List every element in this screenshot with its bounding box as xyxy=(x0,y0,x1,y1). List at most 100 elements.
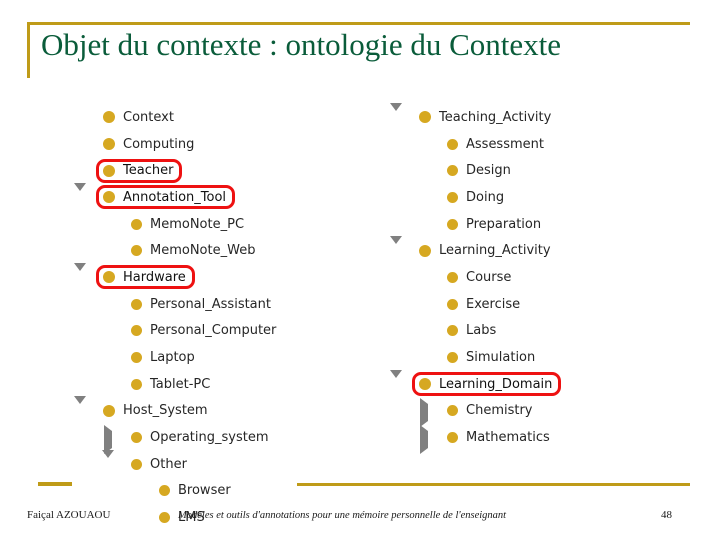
tree-row[interactable]: Annotation_Tool xyxy=(74,182,374,211)
tree-node[interactable]: Other xyxy=(124,452,196,476)
tree-node[interactable]: Labs xyxy=(440,319,505,343)
tree-row[interactable]: Course xyxy=(390,264,690,291)
tree-row[interactable]: Personal_Computer xyxy=(74,318,374,345)
triangle-down-icon[interactable] xyxy=(74,182,87,208)
tree-node-label: Labs xyxy=(466,323,497,339)
tree-row[interactable]: Host_System xyxy=(74,396,374,425)
tree-node-label: Doing xyxy=(466,189,505,205)
class-bullet-icon xyxy=(131,298,142,310)
triangle-down-icon[interactable] xyxy=(102,449,115,475)
tree-node-label: Preparation xyxy=(466,216,542,232)
tree-row[interactable]: Teacher xyxy=(74,157,374,184)
tree-node[interactable]: Browser xyxy=(152,479,240,503)
tree-node-label: Operating_system xyxy=(150,430,269,446)
tree-row[interactable]: Preparation xyxy=(390,211,690,238)
highlighted-tree-node[interactable]: Annotation_Tool xyxy=(96,185,236,210)
tree-node-label: Teaching_Activity xyxy=(439,109,552,125)
tree-row[interactable]: Other xyxy=(74,449,374,478)
tree-row[interactable]: Personal_Assistant xyxy=(74,291,374,318)
class-bullet-icon xyxy=(447,405,458,417)
tree-node[interactable]: Doing xyxy=(440,185,513,209)
class-bullet-icon xyxy=(131,378,142,390)
tree-row[interactable]: Doing xyxy=(390,184,690,211)
class-bullet-icon xyxy=(159,512,170,524)
tree-node[interactable]: Mathematics xyxy=(440,426,559,450)
tree-row[interactable]: Context xyxy=(74,104,374,131)
triangle-down-icon[interactable] xyxy=(74,262,87,288)
tree-row[interactable]: Mathematics xyxy=(390,424,690,455)
tree-node[interactable]: Assessment xyxy=(440,132,553,156)
tree-node-label: Personal_Computer xyxy=(150,323,277,339)
class-bullet-icon xyxy=(103,164,115,177)
tree-row[interactable]: Labs xyxy=(390,318,690,345)
slide-title-block: Objet du contexte : ontologie du Context… xyxy=(27,22,690,78)
tree-row[interactable]: Assessment xyxy=(390,131,690,158)
tree-node[interactable]: Operating_system xyxy=(124,426,278,450)
tree-node[interactable]: Personal_Computer xyxy=(124,319,285,343)
tree-row[interactable]: Exercise xyxy=(390,291,690,318)
tree-node[interactable]: Exercise xyxy=(440,292,529,316)
tree-row[interactable]: Chemistry xyxy=(390,398,690,428)
tree-node[interactable]: Chemistry xyxy=(440,399,542,423)
class-bullet-icon xyxy=(159,485,170,497)
tree-row[interactable]: Simulation xyxy=(390,344,690,371)
triangle-down-icon[interactable] xyxy=(74,396,87,422)
highlighted-tree-node[interactable]: Learning_Domain xyxy=(412,372,562,397)
triangle-down-icon[interactable] xyxy=(390,369,403,395)
tree-row[interactable]: Learning_Domain xyxy=(390,369,690,398)
ontology-tree-left-column: Context Computing Teacher Annotation_Tool Me… xyxy=(74,104,374,531)
tree-row[interactable]: Operating_system xyxy=(74,424,374,455)
tree-node[interactable]: Preparation xyxy=(440,212,550,236)
class-bullet-icon xyxy=(131,325,142,337)
triangle-down-icon[interactable] xyxy=(390,102,403,128)
class-bullet-icon xyxy=(447,191,458,203)
triangle-right-icon[interactable] xyxy=(418,398,431,428)
tree-row[interactable]: Teaching_Activity xyxy=(390,102,690,131)
tree-node[interactable]: Computing xyxy=(96,132,203,156)
class-bullet-icon xyxy=(103,271,115,284)
class-bullet-icon xyxy=(131,352,142,364)
triangle-down-icon[interactable] xyxy=(390,236,403,262)
tree-row[interactable]: MemoNote_Web xyxy=(74,237,374,264)
class-bullet-icon xyxy=(419,111,431,124)
tree-node[interactable]: Learning_Activity xyxy=(412,239,560,263)
tree-node[interactable]: Simulation xyxy=(440,346,544,370)
tree-node-label: Personal_Assistant xyxy=(150,296,271,312)
triangle-right-icon[interactable] xyxy=(102,425,115,455)
tree-node-label: Mathematics xyxy=(466,430,550,446)
tree-node[interactable]: Tablet-PC xyxy=(124,372,219,396)
tree-row[interactable]: Learning_Activity xyxy=(390,236,690,264)
tree-node[interactable]: Host_System xyxy=(96,399,217,423)
tree-row[interactable]: MemoNote_PC xyxy=(74,211,374,238)
footer-subject: Modèles et outils d'annotations pour une… xyxy=(178,510,507,521)
tree-node[interactable]: Course xyxy=(440,265,520,289)
tree-node[interactable]: MemoNote_Web xyxy=(124,239,264,263)
tree-row[interactable]: Computing xyxy=(74,131,374,158)
tree-row[interactable]: Laptop xyxy=(74,344,374,371)
class-bullet-icon xyxy=(103,404,115,417)
tree-node[interactable]: Design xyxy=(440,159,520,183)
tree-row[interactable]: Browser xyxy=(74,478,374,505)
tree-node[interactable]: Laptop xyxy=(124,346,204,370)
tree-row[interactable]: Design xyxy=(390,157,690,184)
class-bullet-icon xyxy=(447,218,458,230)
tree-node[interactable]: Context xyxy=(96,105,183,129)
footer-rule-left xyxy=(38,482,72,486)
footer-page-number: 48 xyxy=(661,509,672,521)
tree-row[interactable]: Tablet-PC xyxy=(74,371,374,398)
tree-node[interactable]: Teaching_Activity xyxy=(412,105,560,129)
tree-node-label: Learning_Activity xyxy=(439,243,551,259)
highlighted-tree-node[interactable]: Teacher xyxy=(96,158,183,183)
tree-row[interactable]: Hardware xyxy=(74,262,374,291)
tree-node-label: Host_System xyxy=(123,403,208,419)
highlighted-tree-node[interactable]: Hardware xyxy=(96,265,195,290)
class-bullet-icon xyxy=(103,191,115,204)
class-bullet-icon xyxy=(103,138,115,151)
tree-node[interactable]: Personal_Assistant xyxy=(124,292,280,316)
triangle-right-icon[interactable] xyxy=(418,425,431,455)
tree-node-label: MemoNote_PC xyxy=(150,216,245,232)
tree-node[interactable]: MemoNote_PC xyxy=(124,212,253,236)
tree-node-label: Assessment xyxy=(466,136,544,152)
tree-node-label: Browser xyxy=(178,483,231,499)
tree-node-label: Chemistry xyxy=(466,403,533,419)
